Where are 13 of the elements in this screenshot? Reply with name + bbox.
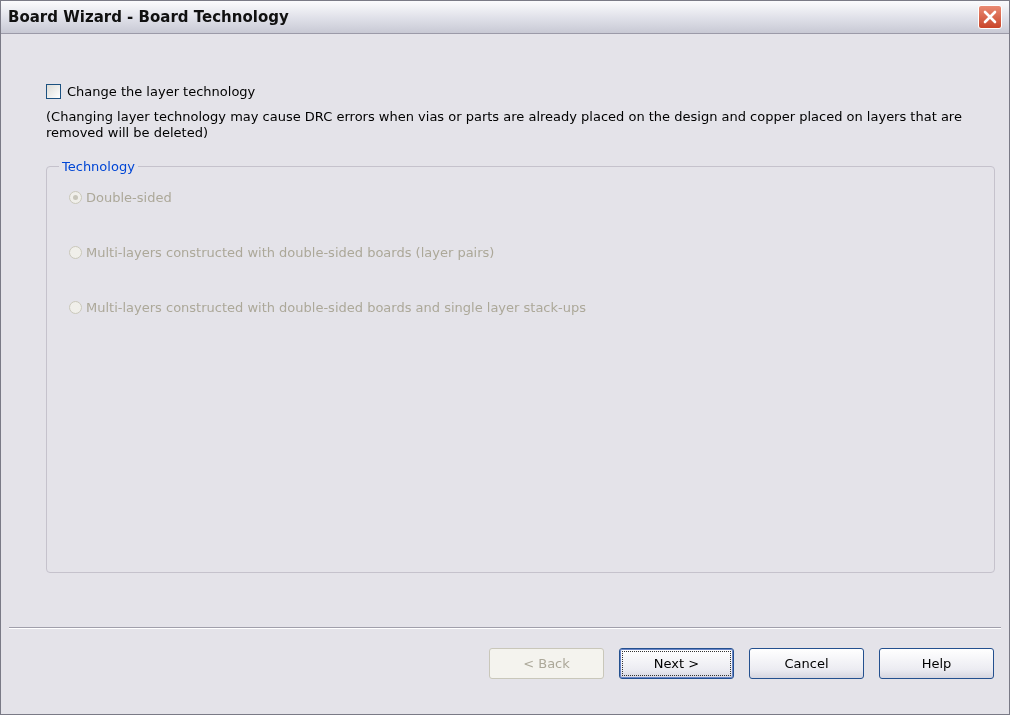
radio-label: Multi-layers constructed with double-sided boards and single layer stack-ups xyxy=(86,299,586,315)
close-button[interactable] xyxy=(978,5,1002,29)
dialog-button[interactable]: Cancel xyxy=(749,648,864,679)
checkbox[interactable] xyxy=(46,84,61,99)
group-title: Technology xyxy=(61,159,136,174)
window-title: Board Wizard - Board Technology xyxy=(8,8,289,26)
warning-text: (Changing layer technology may cause DRC errors when vias or parts are already placed on the design and copper placed on layers that are removed will be deleted) xyxy=(46,109,963,141)
radio-label: Multi-layers constructed with double-sided boards (layer pairs) xyxy=(86,244,495,260)
dialog-button[interactable]: Next > xyxy=(619,648,734,679)
dialog-button[interactable]: Help xyxy=(879,648,994,679)
close-icon xyxy=(982,9,998,25)
radio-label: Double-sided xyxy=(86,189,172,205)
checkbox-label: Change the layer technology xyxy=(67,84,256,99)
